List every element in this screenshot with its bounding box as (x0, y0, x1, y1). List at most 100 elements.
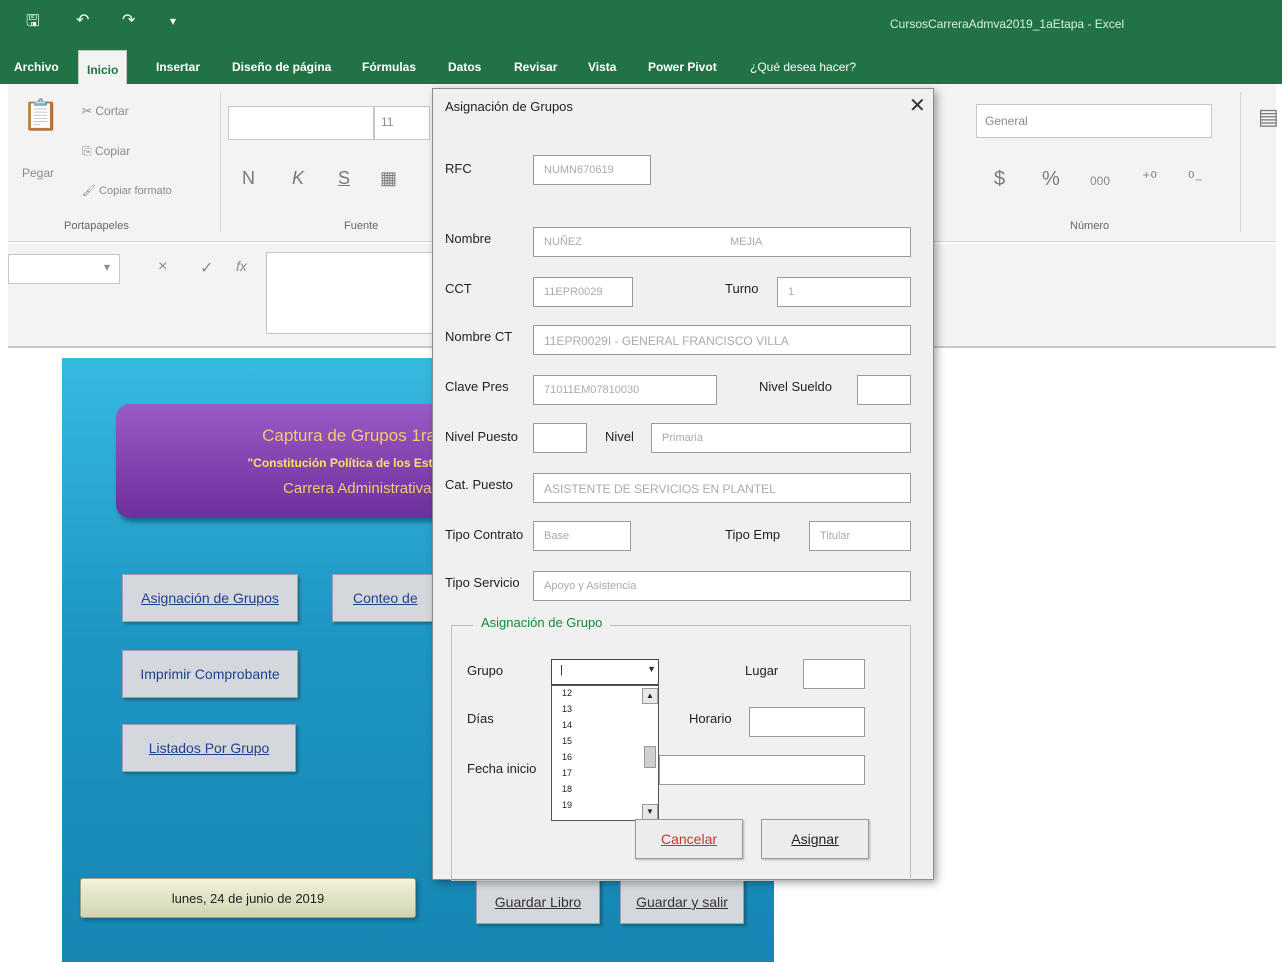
tab-inicio[interactable]: Inicio (78, 50, 128, 84)
format-painter-label: Copiar formato (99, 185, 172, 197)
tab-formulas[interactable]: Fórmulas (356, 56, 422, 78)
scroll-up-icon[interactable]: ▲ (642, 688, 658, 704)
italic-button[interactable]: K (292, 168, 304, 189)
redo-icon[interactable]: ↷ (122, 10, 135, 30)
underline-button[interactable]: S (338, 168, 350, 189)
tab-diseno-pagina[interactable]: Diseño de página (226, 56, 337, 78)
conteo-button[interactable]: Conteo de (332, 574, 442, 622)
group-label-portapapeles: Portapapeles (64, 220, 129, 232)
grupo-option[interactable]: 19 (562, 800, 572, 810)
cut-label: Cortar (95, 104, 129, 118)
turno-label: Turno (725, 281, 759, 296)
undo-icon[interactable]: ↶ (76, 10, 89, 30)
save-icon[interactable]: 🖫 (26, 10, 40, 37)
horario-field[interactable] (749, 707, 865, 737)
close-icon[interactable]: ✕ (909, 93, 926, 118)
tell-me-search[interactable]: ¿Qué desea hacer? (744, 56, 862, 78)
formula-enter-icon[interactable]: ✓ (200, 258, 213, 278)
fecha-inicio-field[interactable] (659, 755, 865, 785)
nivel-puesto-field[interactable] (533, 423, 587, 453)
clave-pres-field[interactable]: 71011EM07810030 (533, 375, 717, 405)
nombre-value: NUÑEZ (544, 236, 582, 248)
grupo-combobox[interactable]: | ▼ (551, 659, 659, 685)
increase-decimal-icon[interactable]: ⁺⁰ (1142, 168, 1157, 188)
tab-vista[interactable]: Vista (582, 56, 622, 78)
date-display: lunes, 24 de junio de 2019 (80, 878, 416, 918)
nivel-field[interactable]: Primaria (651, 423, 911, 453)
clave-pres-label: Clave Pres (445, 379, 509, 394)
grupo-option[interactable]: 15 (562, 736, 572, 746)
format-painter-button[interactable]: 🖌 Copiar formato (82, 184, 172, 197)
borders-icon[interactable]: ▦ (380, 168, 397, 189)
asignacion-grupos-dialog: Asignación de Grupos ✕ RFC NUMN670619 No… (432, 88, 934, 881)
guardar-salir-button[interactable]: Guardar y salir (620, 878, 744, 924)
tab-revisar[interactable]: Revisar (508, 56, 563, 78)
bold-button[interactable]: N (242, 168, 255, 189)
grupo-label: Grupo (467, 663, 504, 678)
thousands-button[interactable]: 000 (1090, 174, 1110, 188)
tipo-emp-label: Tipo Emp (725, 527, 781, 542)
grupo-option[interactable]: 12 (562, 688, 572, 698)
customize-qat-icon[interactable]: ▾ (170, 14, 176, 28)
tab-power-pivot[interactable]: Power Pivot (642, 56, 723, 78)
tipo-servicio-field[interactable]: Apoyo y Asistencia (533, 571, 911, 601)
currency-button[interactable]: $ (994, 168, 1005, 191)
formula-cancel-icon[interactable]: × (158, 258, 167, 276)
paste-icon[interactable]: 📋 (22, 98, 59, 133)
turno-field[interactable]: 1 (777, 277, 911, 307)
conditional-format-icon[interactable]: ▤ (1258, 104, 1279, 130)
lugar-label: Lugar (745, 663, 779, 678)
cct-field[interactable]: 11EPR0029 (533, 277, 633, 307)
asignar-button[interactable]: Asignar (761, 819, 869, 859)
apellido-value: MEJIA (730, 236, 763, 248)
cat-puesto-field[interactable]: ASISTENTE DE SERVICIOS EN PLANTEL (533, 473, 911, 503)
title-bar: 🖫 ↶ ↷ ▾ CursosCarreraAdmva2019_1aEtapa -… (0, 0, 1282, 46)
asignacion-grupos-button[interactable]: Asignación de Grupos (122, 574, 298, 622)
decrease-decimal-icon[interactable]: ⁰₋ (1188, 168, 1203, 188)
paste-button[interactable]: Pegar (22, 166, 54, 180)
document-title: CursosCarreraAdmva2019_1aEtapa - Excel (890, 17, 1125, 31)
tab-datos[interactable]: Datos (442, 56, 487, 78)
copy-button[interactable]: ⎘ Copiar (82, 144, 130, 159)
chevron-down-icon[interactable]: ▼ (647, 664, 656, 674)
grupo-dropdown-list[interactable]: 12 13 14 15 16 17 18 19 ▲ ▼ (551, 685, 659, 821)
nombre-field[interactable]: NUÑEZ MEJIA (533, 227, 911, 257)
tab-insertar[interactable]: Insertar (150, 56, 206, 78)
horario-label: Horario (689, 711, 732, 726)
scroll-down-icon[interactable]: ▼ (642, 804, 658, 820)
lugar-field[interactable] (803, 659, 865, 689)
cut-button[interactable]: ✂ Cortar (82, 104, 129, 118)
fecha-inicio-label: Fecha inicio (467, 761, 537, 776)
nivel-sueldo-label: Nivel Sueldo (759, 379, 832, 394)
number-format-select[interactable]: General (976, 104, 1212, 138)
font-name-select[interactable] (228, 106, 374, 140)
name-box-dropdown-icon[interactable]: ▾ (104, 260, 110, 274)
font-size-select[interactable]: 11 (374, 106, 430, 140)
cct-label: CCT (445, 281, 472, 296)
imprimir-comprobante-button[interactable]: Imprimir Comprobante (122, 650, 298, 698)
rfc-field[interactable]: NUMN670619 (533, 155, 651, 185)
grupo-option[interactable]: 14 (562, 720, 572, 730)
formula-input[interactable] (266, 252, 436, 334)
scrollbar-thumb[interactable] (644, 746, 656, 768)
grupo-option[interactable]: 16 (562, 752, 572, 762)
cancel-button[interactable]: Cancelar (635, 819, 743, 859)
listados-grupo-button[interactable]: Listados Por Grupo (122, 724, 296, 772)
rfc-label: RFC (445, 161, 472, 176)
ribbon-tabs: Archivo Inicio Insertar Diseño de página… (0, 46, 1282, 84)
guardar-libro-button[interactable]: Guardar Libro (476, 878, 600, 924)
nombre-ct-field[interactable]: 11EPR0029I - GENERAL FRANCISCO VILLA (533, 325, 911, 355)
tipo-emp-field[interactable]: Titular (809, 521, 911, 551)
tab-archivo[interactable]: Archivo (8, 56, 65, 78)
nivel-puesto-label: Nivel Puesto (445, 429, 518, 444)
grupo-option[interactable]: 13 (562, 704, 572, 714)
insert-function-icon[interactable]: fx (236, 258, 247, 274)
grupo-option[interactable]: 18 (562, 784, 572, 794)
percent-button[interactable]: % (1042, 168, 1060, 191)
ribbon-divider (220, 92, 221, 232)
grupo-option[interactable]: 17 (562, 768, 572, 778)
group-label-numero: Número (1070, 220, 1110, 232)
nivel-sueldo-field[interactable] (857, 375, 911, 405)
dias-label: Días (467, 711, 494, 726)
tipo-contrato-field[interactable]: Base (533, 521, 631, 551)
